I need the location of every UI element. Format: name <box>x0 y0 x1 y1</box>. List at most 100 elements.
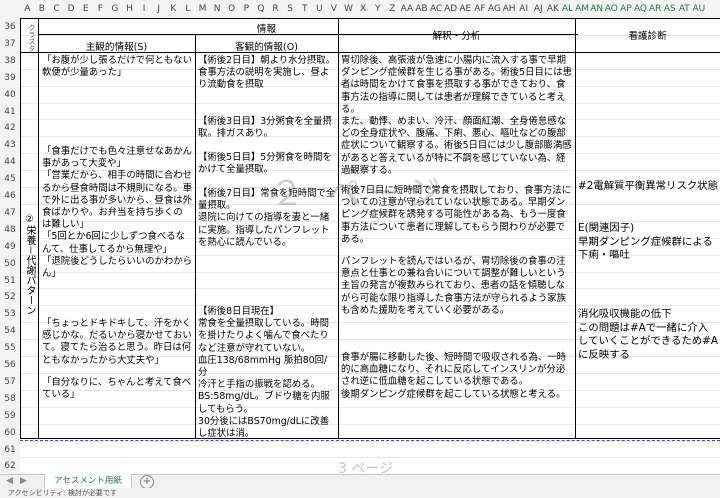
status-bar: アクセシビリティ: 検討が必要です <box>0 488 720 498</box>
column-header-ae[interactable]: AE <box>458 0 473 18</box>
column-header-ai[interactable]: AI <box>516 0 531 18</box>
row-header-55[interactable]: 55 <box>0 343 20 353</box>
column-header-af[interactable]: AF <box>473 0 488 18</box>
page-break-line <box>20 440 720 441</box>
row-header-41[interactable]: 41 <box>0 107 20 117</box>
objective-block-2: 【術後3日目】3分粥食を全量摂取。排ガスあり。 <box>198 116 332 140</box>
row-header-38[interactable]: 38 <box>0 56 20 66</box>
column-header-l[interactable]: L <box>181 0 196 18</box>
row-header-59[interactable]: 59 <box>0 411 20 421</box>
row-header-48[interactable]: 48 <box>0 225 20 235</box>
objective-block-5: 【術後8日目現在】 常食を全量摂取している。時間を掛けたりよく噛んで食べたりなど… <box>198 306 330 440</box>
column-header-x[interactable]: X <box>356 0 371 18</box>
row-header-60[interactable]: 60 <box>0 428 20 438</box>
add-sheet-button[interactable]: + <box>140 475 154 489</box>
row-header-52[interactable]: 52 <box>0 292 20 302</box>
column-header-m[interactable]: M <box>195 0 210 18</box>
column-header-aj[interactable]: AJ <box>531 0 546 18</box>
column-header-ak[interactable]: AK <box>546 0 561 18</box>
column-header-w[interactable]: W <box>341 0 356 18</box>
column-header-q[interactable]: Q <box>254 0 269 18</box>
row-header-54[interactable]: 54 <box>0 326 20 336</box>
column-header-am[interactable]: AM <box>575 0 590 18</box>
column-header-g[interactable]: G <box>108 0 123 18</box>
column-header-y[interactable]: Y <box>370 0 385 18</box>
row-header-57[interactable]: 57 <box>0 377 20 387</box>
info-header: 情報 <box>256 24 277 35</box>
subjective-block-3: 「ちょっとドキドキして、汗をかく感じかな。だるいから寝かせておいて。寝てたら治る… <box>42 318 192 366</box>
column-header-aa[interactable]: AA <box>400 0 415 18</box>
column-header-o[interactable]: O <box>224 0 239 18</box>
column-header-r[interactable]: R <box>268 0 283 18</box>
row-header-51[interactable]: 51 <box>0 276 20 286</box>
row-gridline <box>20 406 720 408</box>
analysis-block-4: 食事が腸に移動した後、短時間で吸収される為、一時的に高血糖になり、それに反応して… <box>341 352 567 400</box>
column-header-a[interactable]: A <box>20 0 35 18</box>
subjective-block-1: 「お腹が少し張るだけで何ともない軟便が少量あった」 <box>42 55 193 79</box>
column-header-f[interactable]: F <box>93 0 108 18</box>
accessibility-status[interactable]: アクセシビリティ: 検討が必要です <box>8 489 117 497</box>
row-header-45[interactable]: 45 <box>0 174 20 184</box>
column-header-as[interactable]: AS <box>662 0 677 18</box>
column-header-ap[interactable]: AP <box>619 0 634 18</box>
column-header-aq[interactable]: AQ <box>633 0 648 18</box>
page-3-watermark: 3 ページ <box>338 461 394 474</box>
row-header-42[interactable]: 42 <box>0 123 20 133</box>
row-header-37[interactable]: 37 <box>0 39 20 49</box>
sheet-tab-bar: ◀ ▶ アセスメント用紙 + <box>0 474 720 490</box>
column-header-p[interactable]: P <box>239 0 254 18</box>
column-header-au[interactable]: AU <box>692 0 707 18</box>
column-header-c[interactable]: C <box>49 0 64 18</box>
column-header-u[interactable]: U <box>312 0 327 18</box>
column-header-e[interactable]: E <box>78 0 93 18</box>
row-header-56[interactable]: 56 <box>0 360 20 370</box>
row-header-40[interactable]: 40 <box>0 90 20 100</box>
diagnosis-header: 看護診断 <box>628 31 667 42</box>
column-header-ag[interactable]: AG <box>487 0 502 18</box>
column-header-b[interactable]: B <box>35 0 50 18</box>
worksheet[interactable]: クラスタ 情報 主観的情報(S) 客観的情報(O) 解釈・分析 看護診断 ②栄養… <box>20 18 720 474</box>
objective-column-border <box>338 18 339 438</box>
prev-sheet-icon[interactable]: ◀ <box>6 476 13 486</box>
column-header-h[interactable]: H <box>122 0 137 18</box>
column-header-al[interactable]: AL <box>560 0 575 18</box>
analysis-block-3: パンフレットを読んではいるが、胃切除後の食事の注意点と仕事との兼ね合いについて調… <box>341 256 567 316</box>
table-left-border <box>20 18 21 438</box>
column-header-i[interactable]: I <box>137 0 152 18</box>
analysis-column-border <box>575 18 576 438</box>
column-header-d[interactable]: D <box>64 0 79 18</box>
row-header-62[interactable]: 62 <box>0 461 20 471</box>
row-header-47[interactable]: 47 <box>0 208 20 218</box>
column-header-ar[interactable]: AR <box>648 0 663 18</box>
column-header-ad[interactable]: AD <box>443 0 458 18</box>
row-header-49[interactable]: 49 <box>0 242 20 252</box>
column-header-s[interactable]: S <box>283 0 298 18</box>
row-header-53[interactable]: 53 <box>0 309 20 319</box>
column-header-n[interactable]: N <box>210 0 225 18</box>
row-header-46[interactable]: 46 <box>0 191 20 201</box>
cluster-column-border <box>38 18 39 438</box>
column-header-z[interactable]: Z <box>385 0 400 18</box>
column-header-an[interactable]: AN <box>589 0 604 18</box>
row-header-36[interactable]: 36 <box>0 22 20 32</box>
row-header-50[interactable]: 50 <box>0 259 20 269</box>
column-header-ao[interactable]: AO <box>604 0 619 18</box>
row-header-43[interactable]: 43 <box>0 140 20 150</box>
column-header-k[interactable]: K <box>166 0 181 18</box>
table-top-border <box>20 18 720 19</box>
row-header-39[interactable]: 39 <box>0 73 20 83</box>
row-header-61[interactable]: 61 <box>0 445 20 455</box>
column-header-j[interactable]: J <box>151 0 166 18</box>
column-header-v[interactable]: V <box>327 0 342 18</box>
column-header-t[interactable]: T <box>297 0 312 18</box>
column-header-at[interactable]: AT <box>677 0 692 18</box>
subjective-block-4: 「自分なりに、ちゃんと考えて食べている」 <box>42 377 192 401</box>
objective-header: 客観的情報(O) <box>234 42 298 53</box>
subjective-column-border <box>195 34 196 438</box>
next-sheet-icon[interactable]: ▶ <box>20 476 27 486</box>
column-header-ah[interactable]: AH <box>502 0 517 18</box>
column-header-ac[interactable]: AC <box>429 0 444 18</box>
column-header-ab[interactable]: AB <box>414 0 429 18</box>
row-header-44[interactable]: 44 <box>0 157 20 167</box>
row-header-58[interactable]: 58 <box>0 394 20 404</box>
